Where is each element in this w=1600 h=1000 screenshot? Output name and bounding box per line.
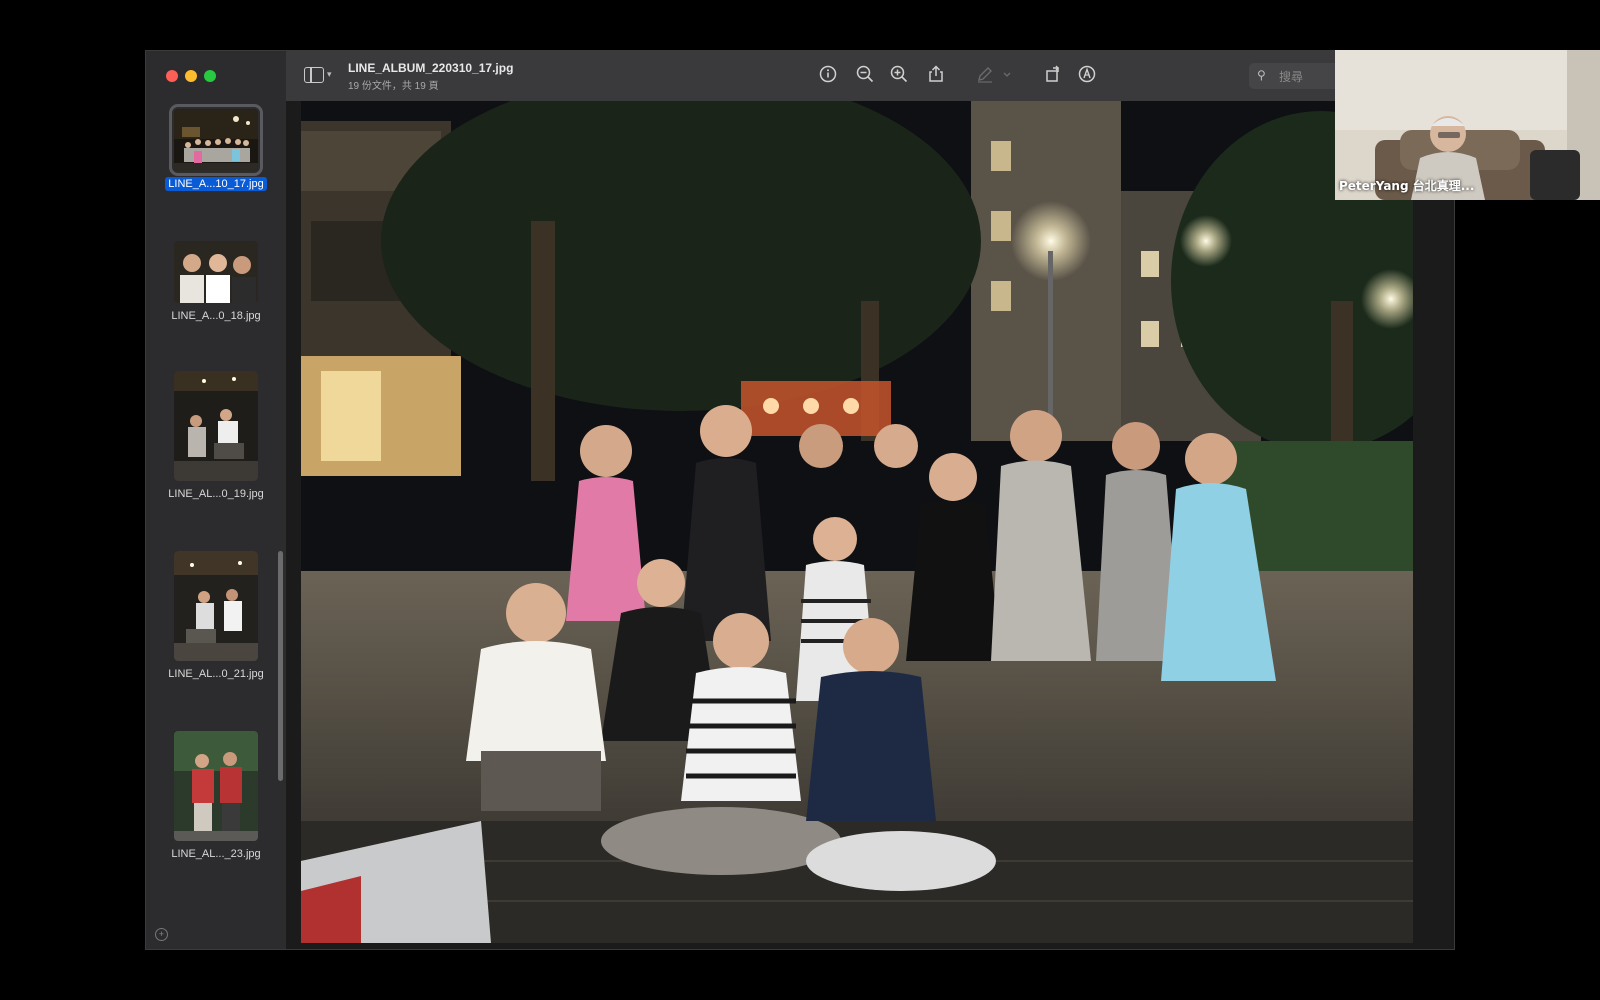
thumbnail-sidebar: LINE_A...10_17.jpg LINE_A...0_18.jpg LIN…: [146, 51, 287, 949]
video-call-tile[interactable]: PeterYang 台北真理...: [1335, 50, 1600, 200]
thumbnail-caption: LINE_AL...0_19.jpg: [168, 488, 264, 500]
chevron-down-icon[interactable]: ▾: [327, 69, 332, 80]
window-subtitle: 19 份文件，共 19 頁: [348, 81, 439, 92]
thumbnail-caption: LINE_AL..._23.jpg: [171, 848, 261, 860]
share-icon[interactable]: [927, 65, 945, 83]
markup-pen-icon[interactable]: [976, 65, 994, 83]
thumbnail-caption: LINE_A...0_18.jpg: [171, 310, 261, 322]
minimize-button[interactable]: [185, 70, 197, 82]
group-photo[interactable]: [301, 101, 1413, 943]
thumbnail-item[interactable]: LINE_AL...0_21.jpg: [146, 551, 286, 682]
annotate-icon[interactable]: [1078, 65, 1096, 83]
close-button[interactable]: [166, 70, 178, 82]
thumbnail-image: [169, 104, 263, 176]
window-controls: [166, 70, 216, 82]
thumbnail-item[interactable]: LINE_AL..._23.jpg: [146, 731, 286, 862]
title-block: LINE_ALBUM_220310_17.jpg 19 份文件，共 19 頁: [348, 61, 513, 92]
chevron-down-icon[interactable]: [1002, 65, 1012, 83]
toolbar: ▾ LINE_ALBUM_220310_17.jpg 19 份文件，共 19 頁: [286, 51, 1454, 102]
zoom-button[interactable]: [204, 70, 216, 82]
thumbnail-caption: LINE_AL...0_21.jpg: [168, 668, 264, 680]
info-icon[interactable]: [819, 65, 837, 83]
add-page-icon[interactable]: +: [155, 928, 168, 941]
thumbnail-image: [174, 731, 258, 841]
thumbnail-image: [174, 371, 258, 481]
participant-name: PeterYang 台北真理...: [1339, 179, 1475, 193]
window-title: LINE_ALBUM_220310_17.jpg: [348, 61, 514, 75]
thumbnail-image: [174, 241, 258, 303]
image-canvas: [286, 101, 1454, 949]
search-icon: ⚲: [1257, 68, 1266, 82]
thumbnail-image: [174, 551, 258, 661]
thumbnail-caption: LINE_A...10_17.jpg: [165, 177, 267, 191]
thumbnail-item[interactable]: LINE_A...10_17.jpg: [146, 104, 286, 192]
rotate-icon[interactable]: [1044, 65, 1062, 83]
sidebar-toggle-icon[interactable]: [304, 67, 324, 83]
preview-window: LINE_A...10_17.jpg LINE_A...0_18.jpg LIN…: [145, 50, 1455, 950]
zoom-out-icon[interactable]: [856, 65, 874, 83]
thumbnail-item[interactable]: LINE_A...0_18.jpg: [146, 241, 286, 324]
sidebar-scrollbar[interactable]: [278, 551, 283, 781]
thumbnail-item[interactable]: LINE_AL...0_19.jpg: [146, 371, 286, 502]
zoom-in-icon[interactable]: [890, 65, 908, 83]
